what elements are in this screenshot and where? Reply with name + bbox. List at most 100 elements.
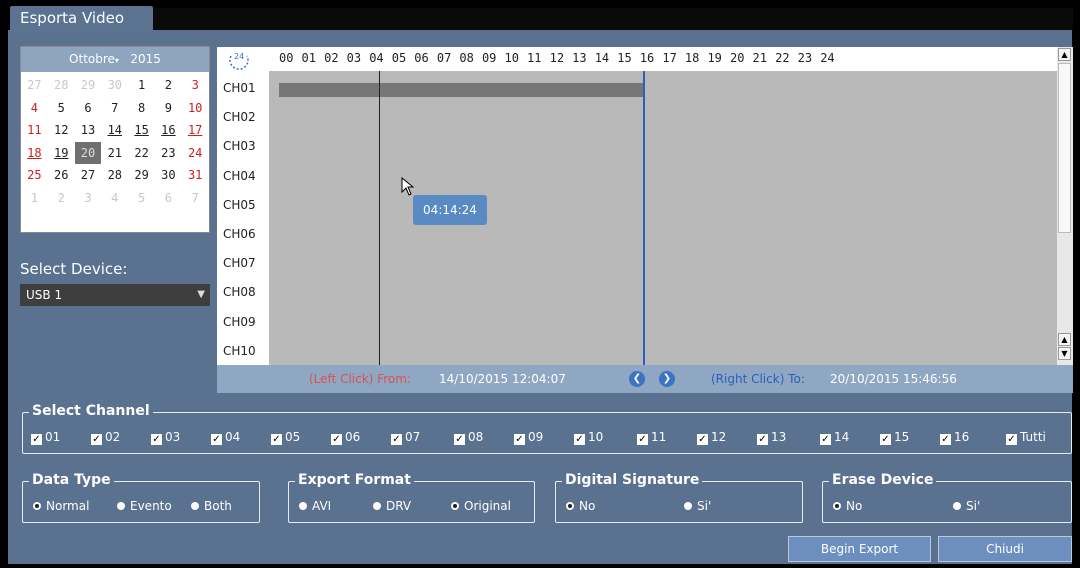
channel-checkbox[interactable]: ✓ 16 <box>940 430 969 445</box>
channel-checkbox[interactable]: ✓ 07 <box>391 430 420 445</box>
export-format-radio[interactable]: AVI <box>299 499 331 513</box>
hour-tick-label: 13 <box>572 51 587 65</box>
scroll-up-icon-lower[interactable]: ▲ <box>1058 333 1071 346</box>
calendar-day[interactable]: 13 <box>75 119 102 142</box>
prev-arrow-icon[interactable]: ❮ <box>629 371 645 387</box>
device-select[interactable]: USB 1 ▼ <box>20 284 210 306</box>
calendar-day[interactable]: 4 <box>101 187 128 210</box>
calendar-header: Ottobre▾ 2015 <box>21 47 209 72</box>
calendar-day[interactable]: 30 <box>155 164 182 187</box>
calendar-day[interactable]: 4 <box>21 97 48 120</box>
channel-checkbox[interactable]: ✓ 01 <box>31 430 60 445</box>
radio-label: Evento <box>130 499 172 513</box>
calendar-day[interactable]: 17 <box>182 119 209 142</box>
calendar-day[interactable]: 2 <box>155 74 182 97</box>
channel-checkbox[interactable]: ✓ 12 <box>697 430 726 445</box>
calendar-day[interactable]: 3 <box>75 187 102 210</box>
calendar-day[interactable]: 9 <box>155 97 182 120</box>
channel-checkbox-label: 04 <box>225 430 241 444</box>
vertical-scrollbar[interactable]: ▲ ▲ ▼ <box>1057 47 1073 365</box>
calendar-day[interactable]: 29 <box>128 164 155 187</box>
calendar-day[interactable]: 1 <box>21 187 48 210</box>
device-select-value: USB 1 <box>26 288 63 302</box>
data-type-radio[interactable]: Both <box>191 499 232 513</box>
calendar-day[interactable]: 6 <box>155 187 182 210</box>
scrollbar-thumb[interactable] <box>1058 63 1071 233</box>
channel-checkbox[interactable]: ✓ 15 <box>880 430 909 445</box>
calendar-day[interactable]: 16 <box>155 119 182 142</box>
channel-checkbox[interactable]: ✓ 04 <box>211 430 240 445</box>
hour-tick-label: 11 <box>527 51 542 65</box>
calendar-day[interactable]: 27 <box>21 74 48 97</box>
hour-tick-label: 18 <box>684 51 700 65</box>
check-icon: ✓ <box>820 434 831 445</box>
calendar-day[interactable]: 27 <box>75 164 102 187</box>
calendar-day[interactable]: 28 <box>48 74 75 97</box>
calendar-day[interactable]: 30 <box>101 74 128 97</box>
calendar-day[interactable]: 8 <box>128 97 155 120</box>
scroll-down-icon[interactable]: ▼ <box>1058 347 1071 360</box>
begin-export-button[interactable]: Begin Export <box>788 536 931 562</box>
export-format-radio[interactable]: Original <box>451 499 511 513</box>
calendar-day[interactable]: 19 <box>48 142 75 165</box>
channel-checkbox[interactable]: ✓ 13 <box>757 430 786 445</box>
channel-label: CH06 <box>223 227 256 241</box>
calendar-day[interactable]: 2 <box>48 187 75 210</box>
calendar-day[interactable]: 15 <box>128 119 155 142</box>
erase-device-radio[interactable]: Si' <box>953 499 980 513</box>
next-arrow-icon[interactable]: ❯ <box>659 371 675 387</box>
calendar-day[interactable]: 3 <box>182 74 209 97</box>
calendar-day[interactable]: 28 <box>101 164 128 187</box>
calendar-day[interactable]: 7 <box>182 187 209 210</box>
calendar-day[interactable]: 22 <box>128 142 155 165</box>
hour-tick-label: 20 <box>730 51 745 65</box>
calendar-day[interactable]: 5 <box>128 187 155 210</box>
24h-toggle-icon[interactable]: 24 <box>225 50 253 72</box>
data-type-title: Data Type <box>29 472 114 488</box>
calendar-day[interactable]: 25 <box>21 164 48 187</box>
calendar-day[interactable]: 21 <box>101 142 128 165</box>
erase-device-radio[interactable]: No <box>833 499 862 513</box>
channel-checkbox[interactable]: ✓ 08 <box>454 430 483 445</box>
timeline-area[interactable] <box>269 71 1057 365</box>
calendar-day[interactable]: 12 <box>48 119 75 142</box>
calendar-month[interactable]: Ottobre <box>69 52 115 66</box>
calendar-day[interactable]: 7 <box>101 97 128 120</box>
calendar-day[interactable]: 24 <box>182 142 209 165</box>
calendar-day[interactable]: 1 <box>128 74 155 97</box>
digital-signature-radio[interactable]: No <box>566 499 595 513</box>
channel-checkbox[interactable]: ✓ 14 <box>820 430 849 445</box>
calendar-day[interactable]: 29 <box>75 74 102 97</box>
calendar-day[interactable]: 26 <box>48 164 75 187</box>
channel-checkbox-label: 12 <box>711 430 727 444</box>
calendar-day[interactable]: 20 <box>74 141 102 164</box>
calendar-day[interactable]: 23 <box>155 142 182 165</box>
channel-checkbox[interactable]: ✓ 03 <box>151 430 180 445</box>
channel-checkbox[interactable]: ✓ 11 <box>637 430 666 445</box>
channel-checkbox[interactable]: ✓ 05 <box>271 430 300 445</box>
channel-checkbox[interactable]: ✓ 10 <box>574 430 603 445</box>
calendar-day[interactable]: 6 <box>75 97 102 120</box>
calendar-day[interactable]: 14 <box>101 119 128 142</box>
channel-checkbox[interactable]: ✓ Tutti <box>1006 430 1046 445</box>
calendar-day[interactable]: 11 <box>21 119 48 142</box>
scroll-up-icon[interactable]: ▲ <box>1058 48 1071 61</box>
export-format-radio[interactable]: DRV <box>373 499 411 513</box>
calendar-day[interactable]: 10 <box>182 97 209 120</box>
calendar-day[interactable]: 5 <box>48 97 75 120</box>
channel-checkbox[interactable]: ✓ 06 <box>331 430 360 445</box>
check-icon: ✓ <box>211 434 222 445</box>
calendar-year[interactable]: 2015 <box>130 52 161 66</box>
channel-checkbox[interactable]: ✓ 09 <box>514 430 543 445</box>
to-value: 20/10/2015 15:46:56 <box>830 372 957 386</box>
channel-checkbox[interactable]: ✓ 02 <box>91 430 120 445</box>
digital-signature-radio[interactable]: Si' <box>684 499 711 513</box>
calendar-day[interactable]: 31 <box>182 164 209 187</box>
radio-dot-icon <box>33 502 41 510</box>
radio-label: DRV <box>386 499 412 513</box>
data-type-radio[interactable]: Normal <box>33 499 89 513</box>
close-button[interactable]: Chiudi <box>938 536 1072 562</box>
month-dropdown-icon[interactable]: ▾ <box>115 56 119 65</box>
calendar-day[interactable]: 18 <box>21 142 48 165</box>
data-type-radio[interactable]: Evento <box>117 499 172 513</box>
